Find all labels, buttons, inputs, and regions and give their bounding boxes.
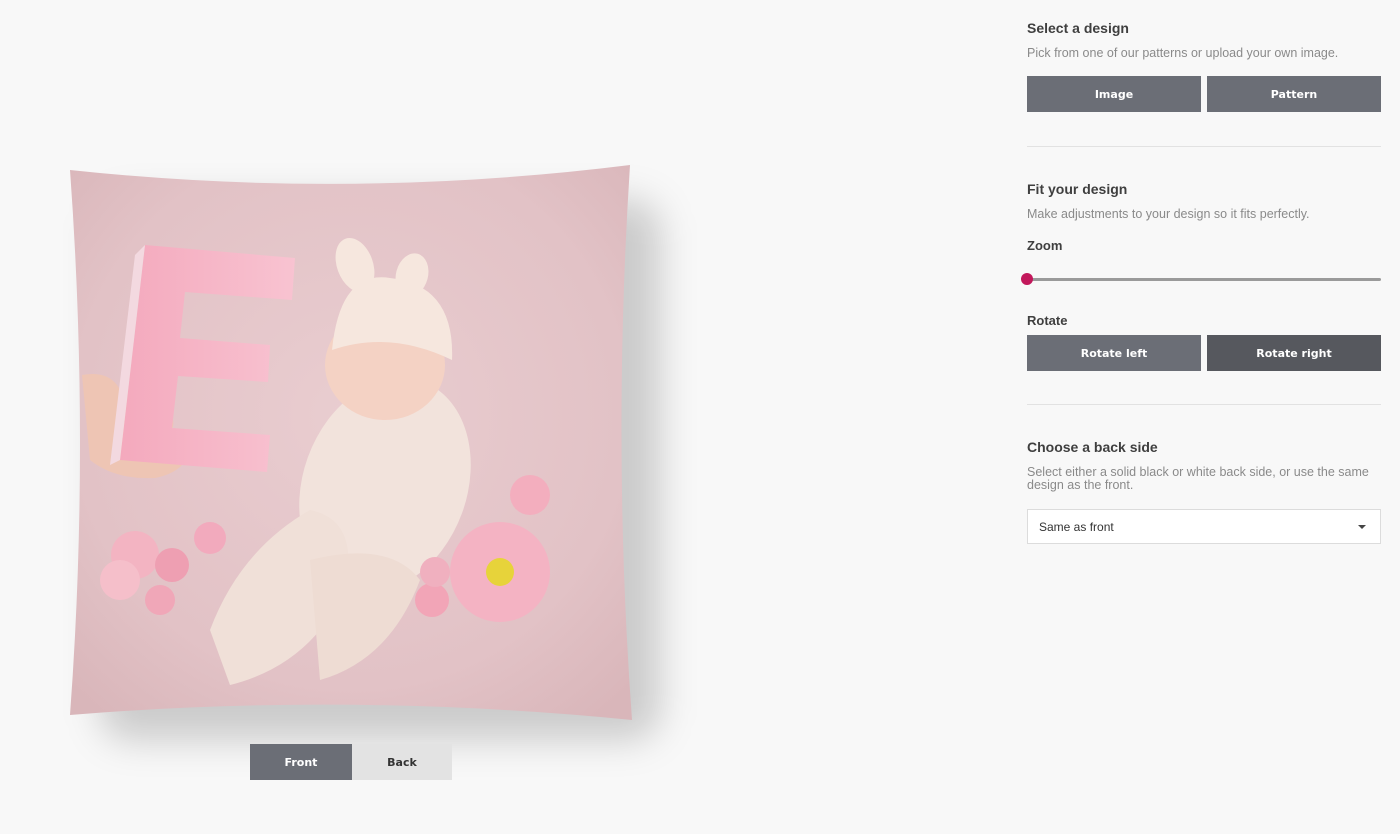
back-side-description: Select either a solid black or white bac… bbox=[1027, 465, 1369, 492]
rotate-left-button[interactable]: Rotate left bbox=[1027, 335, 1201, 371]
product-preview: Front Back bbox=[0, 0, 720, 834]
select-design-description: Pick from one of our patterns or upload … bbox=[1027, 46, 1339, 60]
section-divider bbox=[1027, 146, 1381, 147]
fit-design-description: Make adjustments to your design so it fi… bbox=[1027, 207, 1310, 221]
rotate-label: Rotate bbox=[1027, 313, 1068, 328]
zoom-label: Zoom bbox=[1027, 238, 1063, 253]
rotate-right-button[interactable]: Rotate right bbox=[1207, 335, 1381, 371]
back-side-select[interactable]: Same as front bbox=[1027, 509, 1381, 544]
caret-down-icon bbox=[1358, 525, 1366, 529]
pillow-preview bbox=[60, 160, 660, 740]
back-side-title: Choose a back side bbox=[1027, 439, 1158, 455]
back-side-selected-value: Same as front bbox=[1039, 520, 1114, 534]
zoom-slider-thumb[interactable] bbox=[1021, 273, 1033, 285]
rotate-buttons: Rotate left Rotate right bbox=[1027, 335, 1381, 371]
fit-design-title: Fit your design bbox=[1027, 181, 1128, 197]
image-button[interactable]: Image bbox=[1027, 76, 1201, 112]
pillow-image bbox=[70, 165, 632, 720]
select-design-title: Select a design bbox=[1027, 20, 1129, 36]
design-source-buttons: Image Pattern bbox=[1027, 76, 1381, 112]
section-divider bbox=[1027, 404, 1381, 405]
back-tab[interactable]: Back bbox=[352, 744, 452, 780]
side-toggle: Front Back bbox=[250, 744, 452, 780]
zoom-slider[interactable] bbox=[1021, 272, 1381, 286]
zoom-slider-track bbox=[1027, 278, 1381, 281]
front-tab[interactable]: Front bbox=[250, 744, 352, 780]
pattern-button[interactable]: Pattern bbox=[1207, 76, 1381, 112]
